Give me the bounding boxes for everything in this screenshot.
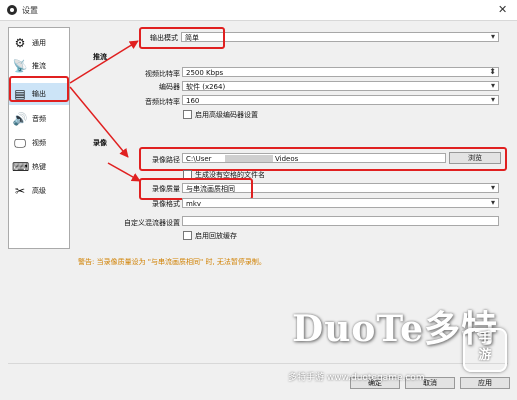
monitor-icon: 🖵 bbox=[14, 136, 26, 150]
obs-logo-icon bbox=[7, 5, 17, 15]
sidebar-item-advanced[interactable]: ✂ 高级 bbox=[9, 180, 69, 202]
highlight-recording-quality bbox=[139, 178, 253, 200]
badge-line2: 游 bbox=[478, 348, 492, 363]
sidebar-item-general[interactable]: ⚙ 通用 bbox=[9, 32, 69, 54]
warning-message: 警告: 当录像质量设为 "与串流画质相同" 时, 无法暂停录制。 bbox=[78, 258, 266, 266]
settings-sidebar: ⚙ 通用 📡 推流 ▤ 输出 🔊 音频 🖵 视频 ⌨ 热键 ✂ 高级 bbox=[8, 27, 70, 249]
custom-muxer-input[interactable] bbox=[182, 216, 499, 226]
footer-divider bbox=[8, 363, 508, 364]
recording-section-title: 录像 bbox=[93, 139, 107, 147]
shouyou-badge: 手 游 bbox=[463, 328, 507, 372]
sidebar-item-label: 高级 bbox=[32, 187, 46, 195]
sidebar-item-label: 视频 bbox=[32, 139, 46, 147]
highlight-output-item bbox=[9, 76, 69, 102]
sidebar-item-label: 音频 bbox=[32, 115, 46, 123]
output-mode-select[interactable]: 简单 bbox=[181, 32, 499, 42]
replay-buffer-label: 启用回放缓存 bbox=[195, 232, 237, 240]
sidebar-item-label: 通用 bbox=[32, 39, 46, 47]
highlight-recording-path bbox=[139, 147, 507, 171]
window-title: 设置 bbox=[22, 6, 38, 15]
keyboard-icon: ⌨ bbox=[12, 160, 30, 174]
audio-bitrate-select[interactable]: 160 bbox=[182, 95, 499, 105]
broadcast-icon: 📡 bbox=[12, 59, 28, 73]
encoder-label: 编码器 bbox=[159, 83, 180, 91]
speaker-icon: 🔊 bbox=[12, 112, 28, 126]
apply-button[interactable]: 应用 bbox=[460, 377, 510, 389]
arrow-to-quality bbox=[107, 162, 141, 182]
replay-buffer-checkbox[interactable] bbox=[183, 231, 192, 240]
sidebar-item-video[interactable]: 🖵 视频 bbox=[9, 132, 69, 154]
audio-bitrate-label: 音频比特率 bbox=[145, 98, 180, 106]
sidebar-item-hotkeys[interactable]: ⌨ 热键 bbox=[9, 156, 69, 178]
advanced-encoder-checkbox[interactable] bbox=[183, 110, 192, 119]
watermark-site: 多特手游 www.duotegame.com bbox=[288, 373, 425, 383]
sidebar-item-stream[interactable]: 📡 推流 bbox=[9, 55, 69, 77]
sidebar-item-label: 推流 bbox=[32, 62, 46, 70]
advanced-encoder-label: 启用高级编码器设置 bbox=[195, 111, 258, 119]
video-bitrate-label: 视频比特率 bbox=[145, 70, 180, 78]
video-bitrate-input[interactable]: 2500 Kbps bbox=[182, 67, 499, 77]
custom-muxer-label: 自定义混流器设置 bbox=[124, 219, 180, 227]
tools-icon: ✂ bbox=[14, 184, 26, 198]
badge-line1: 手 bbox=[478, 331, 492, 346]
encoder-select[interactable]: 软件 (x264) bbox=[182, 81, 499, 91]
streaming-section-title: 推流 bbox=[93, 53, 107, 61]
sidebar-item-audio[interactable]: 🔊 音频 bbox=[9, 108, 69, 130]
recording-format-select[interactable]: mkv bbox=[182, 198, 499, 208]
recording-format-label: 录像格式 bbox=[152, 200, 180, 208]
highlight-output-mode bbox=[139, 27, 225, 49]
close-icon[interactable]: ✕ bbox=[498, 3, 507, 16]
sidebar-item-label: 热键 bbox=[32, 163, 46, 171]
title-bar: 设置 ✕ bbox=[0, 0, 517, 21]
gear-icon: ⚙ bbox=[14, 36, 26, 50]
